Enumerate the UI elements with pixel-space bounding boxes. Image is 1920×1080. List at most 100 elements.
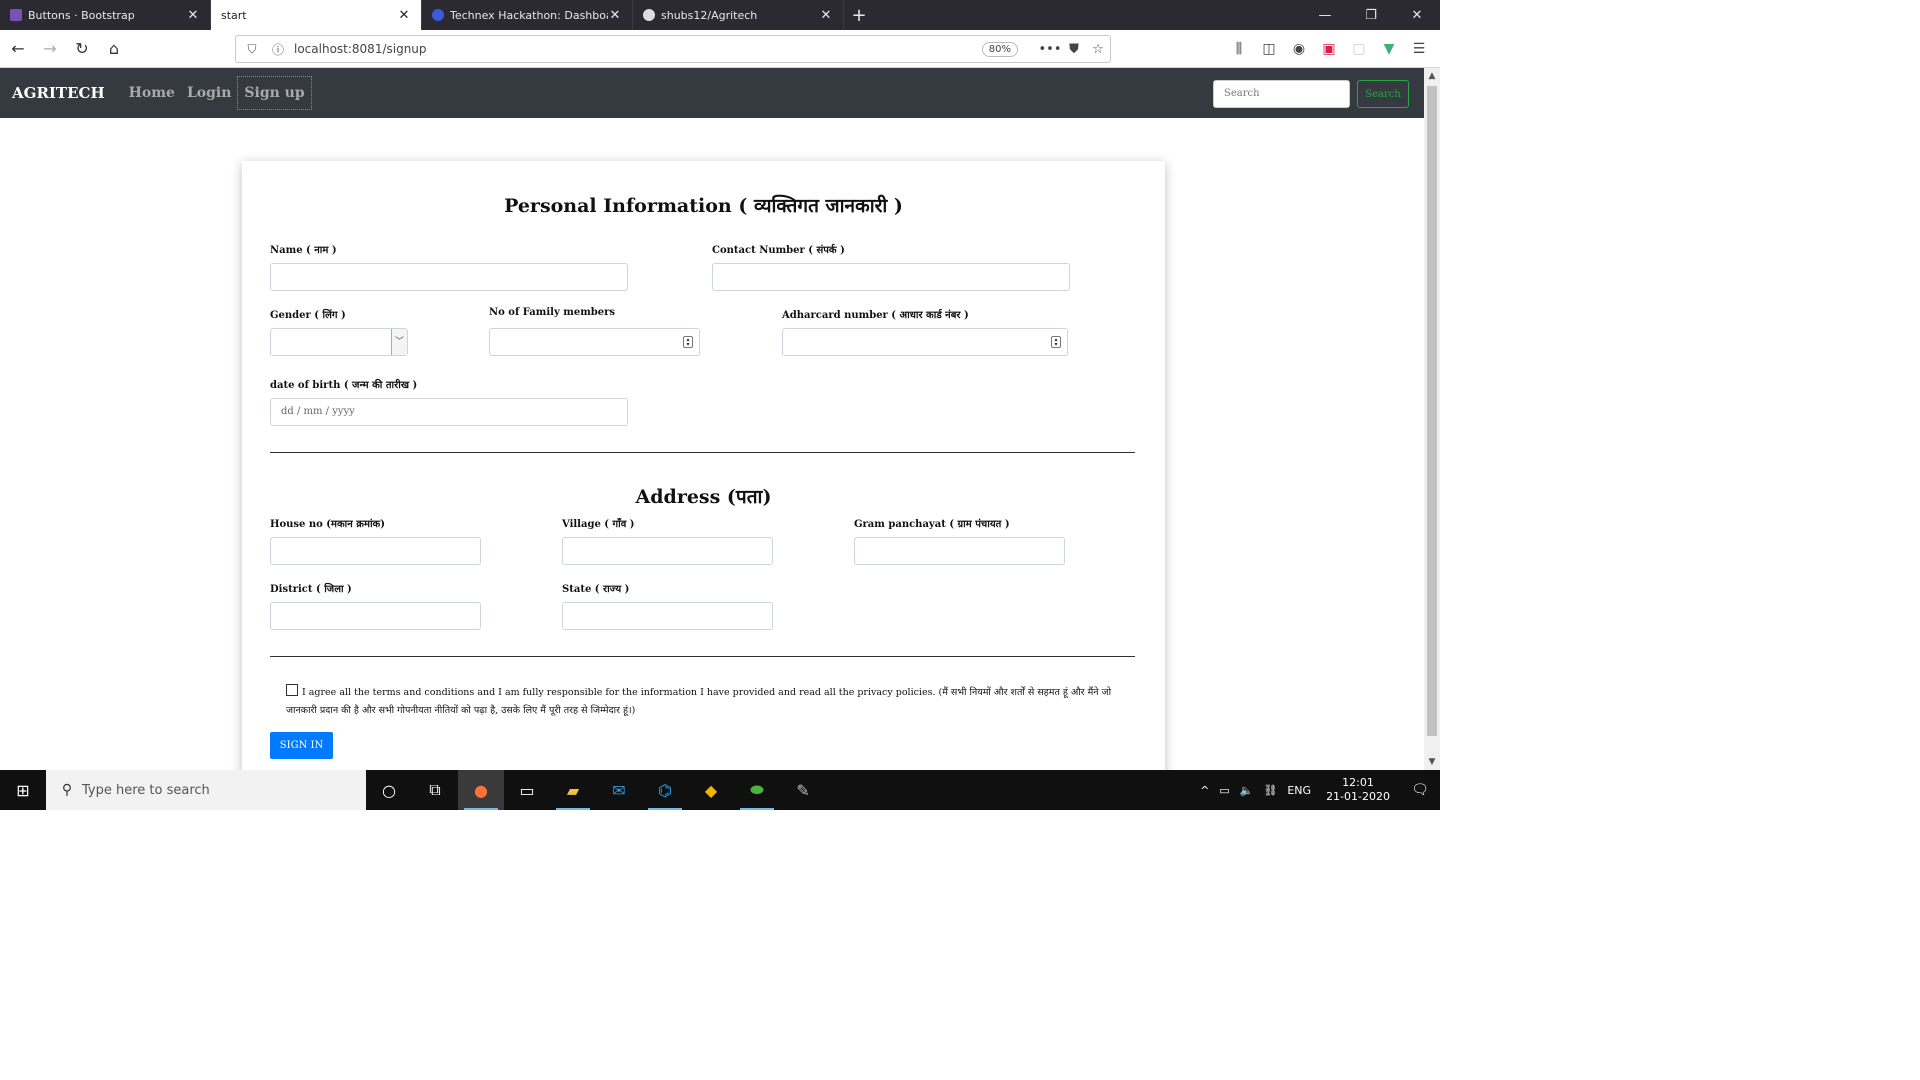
url-bar[interactable]: ⛉ ⓘ localhost:8081/signup 80% ••• ⛊ ☆ xyxy=(235,35,1111,63)
state-label: State ( राज्य ) xyxy=(562,584,630,595)
personal-info-heading: Personal Information ( व्यक्तिगत जानकारी… xyxy=(504,195,903,217)
window-controls: — ❐ ✕ xyxy=(1302,0,1440,30)
battery-icon[interactable]: ▭ xyxy=(1214,784,1234,797)
close-icon[interactable]: ✕ xyxy=(608,8,622,23)
close-icon[interactable]: ✕ xyxy=(397,8,411,23)
forward-icon[interactable]: → xyxy=(36,35,64,63)
task-view-icon[interactable]: ⧉ xyxy=(412,770,458,810)
spinner-icon[interactable]: ▴ ▾ xyxy=(1051,336,1061,348)
tab-label: shubs12/Agritech xyxy=(661,8,758,22)
browser-tools: ⫼ ◫ ◉ ▣ ▢ ▼ ☰ xyxy=(1224,36,1434,62)
scroll-down-icon[interactable]: ▼ xyxy=(1424,754,1440,770)
network-icon[interactable]: ⛓ xyxy=(1258,784,1282,797)
pocket-extension-icon[interactable]: ▣ xyxy=(1314,36,1344,62)
tab-technex-dashboard[interactable]: Technex Hackathon: Dashboard ✕ xyxy=(422,0,633,30)
url-text[interactable]: localhost:8081/signup xyxy=(294,42,982,56)
terms-checkbox[interactable] xyxy=(286,684,298,696)
bookmark-star-icon[interactable]: ☆ xyxy=(1086,42,1110,57)
clock-date: 21-01-2020 xyxy=(1326,790,1390,803)
nav-home-link[interactable]: Home xyxy=(123,77,181,109)
dob-placeholder: dd / mm / yyyy xyxy=(281,406,355,417)
extension-icon[interactable]: ▢ xyxy=(1344,36,1374,62)
district-input[interactable] xyxy=(270,602,481,630)
family-members-input[interactable]: ▴ ▾ xyxy=(489,328,700,356)
tab-label: Technex Hackathon: Dashboard xyxy=(450,8,608,22)
tab-bootstrap-buttons[interactable]: Buttons · Bootstrap ✕ xyxy=(0,0,211,30)
dob-label: date of birth ( जन्म की तारीख ) xyxy=(270,380,418,391)
site-navbar: AGRITECH Home Login Sign up Search Searc… xyxy=(0,68,1424,118)
site-brand[interactable]: AGRITECH xyxy=(12,84,105,102)
vue-devtools-icon[interactable]: ▼ xyxy=(1374,36,1404,62)
dob-input[interactable]: dd / mm / yyyy xyxy=(270,398,628,426)
pocket-icon[interactable]: ⛊ xyxy=(1062,42,1086,57)
screen: Buttons · Bootstrap ✕ start ✕ Technex Ha… xyxy=(0,0,1440,810)
system-tray: ^ ▭ 🔈 ⛓ ENG 12:01 21-01-2020 🗨 xyxy=(1195,770,1440,810)
section-divider xyxy=(270,656,1135,657)
cortana-icon[interactable]: ○ xyxy=(366,770,412,810)
back-icon[interactable]: ← xyxy=(4,35,32,63)
restore-icon[interactable]: ❐ xyxy=(1348,0,1394,30)
tab-label: Buttons · Bootstrap xyxy=(28,8,135,22)
more-actions-icon[interactable]: ••• xyxy=(1038,42,1062,57)
tab-start[interactable]: start ✕ xyxy=(211,0,422,30)
new-tab-button[interactable]: + xyxy=(844,0,874,30)
contact-input[interactable] xyxy=(712,263,1070,291)
chevron-up-icon[interactable]: ^ xyxy=(1195,784,1214,797)
git-icon[interactable]: ◆ xyxy=(688,770,734,810)
page-scrollbar[interactable]: ▲ ▼ xyxy=(1424,68,1440,770)
house-no-input[interactable] xyxy=(270,537,481,565)
volume-icon[interactable]: 🔈 xyxy=(1235,784,1259,797)
section-divider xyxy=(270,452,1135,453)
clock[interactable]: 12:01 21-01-2020 xyxy=(1316,776,1400,804)
gender-label: Gender ( लिंग ) xyxy=(270,310,346,321)
windows-start-icon[interactable]: ⊞ xyxy=(0,770,46,810)
scroll-up-icon[interactable]: ▲ xyxy=(1424,68,1440,84)
account-icon[interactable]: ◉ xyxy=(1284,36,1314,62)
gram-panchayat-input[interactable] xyxy=(854,537,1065,565)
sign-in-button[interactable]: SIGN IN xyxy=(270,732,333,759)
spinner-icon[interactable]: ▴ ▾ xyxy=(683,336,693,348)
adharcard-input[interactable]: ▴ ▾ xyxy=(782,328,1068,356)
library-icon[interactable]: ⫼ xyxy=(1224,36,1254,62)
taskbar-search[interactable]: ⚲ Type here to search xyxy=(46,770,366,810)
paint-icon[interactable]: ✎ xyxy=(780,770,826,810)
state-input[interactable] xyxy=(562,602,773,630)
zoom-badge[interactable]: 80% xyxy=(981,41,1018,57)
village-input[interactable] xyxy=(562,537,773,565)
firefox-icon[interactable]: ● xyxy=(458,770,504,810)
close-window-icon[interactable]: ✕ xyxy=(1394,0,1440,30)
minimize-icon[interactable]: — xyxy=(1302,0,1348,30)
name-input[interactable] xyxy=(270,263,628,291)
browser-toolbar: ← → ↻ ⌂ ⛉ ⓘ localhost:8081/signup 80% ••… xyxy=(0,30,1440,68)
mail-icon[interactable]: ✉ xyxy=(596,770,642,810)
gender-select[interactable]: ﹀ xyxy=(270,328,408,356)
site-search-button[interactable]: Search xyxy=(1357,80,1409,108)
home-icon[interactable]: ⌂ xyxy=(100,35,128,63)
contact-label: Contact Number ( संपर्क ) xyxy=(712,245,845,256)
name-label: Name ( नाम ) xyxy=(270,245,337,256)
app-window-icon[interactable]: ▭ xyxy=(504,770,550,810)
file-explorer-icon[interactable]: ▰ xyxy=(550,770,596,810)
notifications-icon[interactable]: 🗨 xyxy=(1400,782,1440,798)
family-members-label: No of Family members xyxy=(489,307,616,318)
reload-icon[interactable]: ↻ xyxy=(68,35,96,63)
search-icon: ⚲ xyxy=(61,782,73,798)
site-search-input[interactable]: Search xyxy=(1213,80,1350,108)
nav-login-link[interactable]: Login xyxy=(181,77,237,109)
info-icon[interactable]: ⓘ xyxy=(268,41,288,58)
language-indicator[interactable]: ENG xyxy=(1282,784,1316,797)
shield-icon[interactable]: ⛉ xyxy=(242,42,262,57)
terms-text: I agree all the terms and conditions and… xyxy=(286,687,1112,716)
mongodb-icon[interactable]: ⬬ xyxy=(734,770,780,810)
scrollbar-thumb[interactable] xyxy=(1427,86,1437,736)
sidebar-icon[interactable]: ◫ xyxy=(1254,36,1284,62)
tab-github-agritech[interactable]: shubs12/Agritech ✕ xyxy=(633,0,844,30)
menu-icon[interactable]: ☰ xyxy=(1404,36,1434,62)
windows-taskbar: ⊞ ⚲ Type here to search ○ ⧉ ● ▭ ▰ ✉ ⌬ ◆ … xyxy=(0,770,1440,810)
terms-agreement: I agree all the terms and conditions and… xyxy=(286,684,1136,720)
technex-icon xyxy=(432,9,444,21)
close-icon[interactable]: ✕ xyxy=(819,8,833,23)
nav-signup-link[interactable]: Sign up xyxy=(237,76,312,110)
vscode-icon[interactable]: ⌬ xyxy=(642,770,688,810)
close-icon[interactable]: ✕ xyxy=(186,8,200,23)
